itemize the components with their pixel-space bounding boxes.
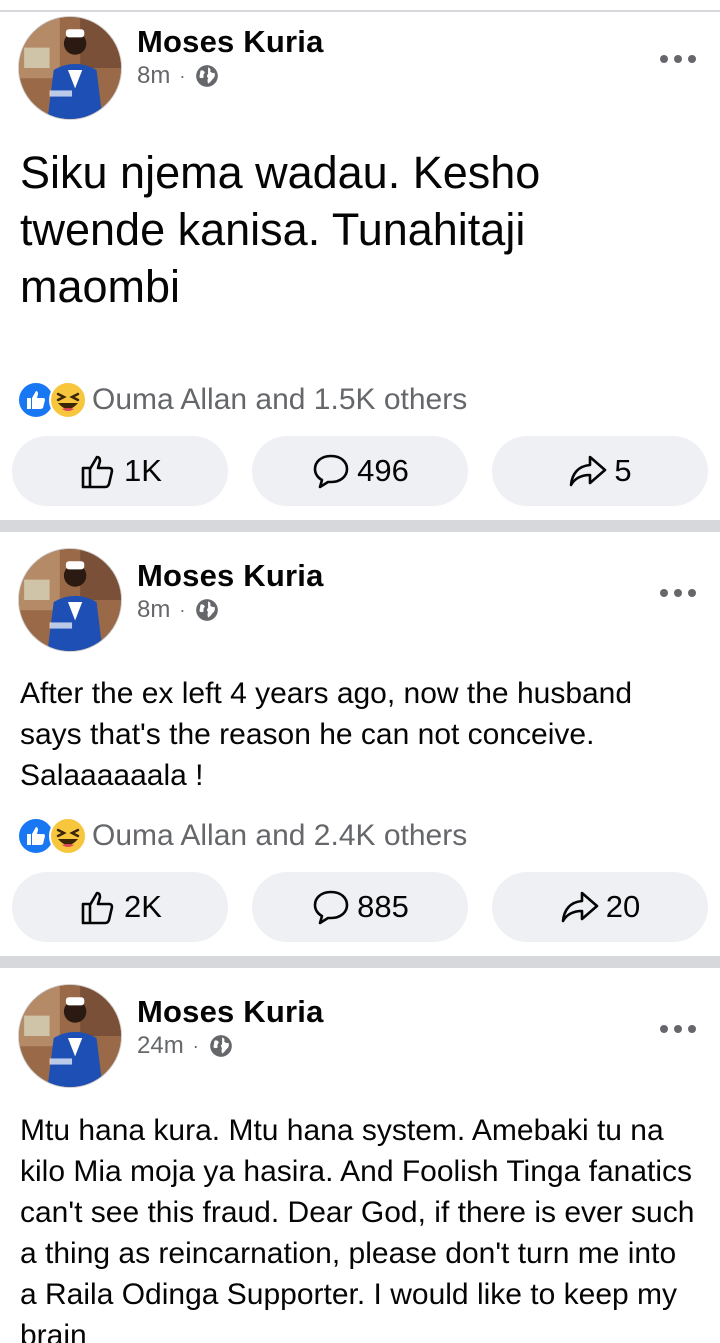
share-arrow-icon bbox=[570, 455, 607, 487]
post-author-name[interactable]: Moses Kuria bbox=[137, 994, 324, 1030]
post-text: Mtu hana kura. Mtu hana system. Amebaki … bbox=[20, 1114, 695, 1343]
post-text: Siku njema wadau. Kesho twende kanisa. T… bbox=[20, 147, 541, 312]
haha-reaction-icon bbox=[49, 381, 87, 419]
comment-button[interactable]: 885 bbox=[252, 872, 468, 942]
thumbs-up-icon bbox=[81, 455, 114, 489]
profile-photo bbox=[19, 17, 121, 119]
like-button[interactable]: 2K bbox=[12, 872, 228, 942]
more-options-icon bbox=[660, 1025, 696, 1033]
post-timestamp[interactable]: 24m bbox=[137, 1032, 184, 1060]
reactions-text: Ouma Allan and 2.4K others bbox=[92, 819, 468, 852]
comment-count: 885 bbox=[357, 889, 409, 924]
meta-separator: · bbox=[179, 65, 186, 86]
like-count: 2K bbox=[124, 889, 162, 924]
post-meta: 8m · bbox=[137, 62, 220, 90]
comment-count: 496 bbox=[357, 453, 409, 488]
post-divider bbox=[0, 520, 720, 532]
share-button[interactable]: 5 bbox=[492, 436, 708, 506]
post-meta: 8m · bbox=[137, 596, 220, 624]
globe-icon bbox=[209, 1035, 232, 1057]
globe-icon bbox=[196, 599, 219, 621]
comment-bubble-icon bbox=[313, 890, 349, 925]
avatar[interactable] bbox=[18, 548, 122, 652]
post-author-name[interactable]: Moses Kuria bbox=[137, 24, 324, 60]
thumbs-up-icon bbox=[81, 891, 114, 925]
globe-icon bbox=[196, 65, 219, 87]
more-options-icon bbox=[660, 55, 696, 63]
share-button[interactable]: 20 bbox=[492, 872, 708, 942]
feed-post: Moses Kuria 8m · Siku njema wadau. Kesho… bbox=[0, 12, 720, 520]
share-count: 5 bbox=[614, 453, 632, 488]
post-meta: 24m · bbox=[137, 1032, 234, 1060]
post-timestamp[interactable]: 8m bbox=[137, 596, 170, 624]
post-text: After the ex left 4 years ago, now the h… bbox=[20, 677, 633, 792]
post-divider bbox=[0, 956, 720, 968]
meta-separator: · bbox=[179, 599, 186, 620]
reactions-summary[interactable]: Ouma Allan and 2.4K others bbox=[16, 816, 467, 856]
comment-bubble-icon bbox=[313, 454, 349, 489]
like-button[interactable]: 1K bbox=[12, 436, 228, 506]
share-arrow-icon bbox=[561, 891, 599, 923]
haha-reaction-icon bbox=[49, 817, 87, 855]
avatar[interactable] bbox=[18, 984, 122, 1088]
meta-separator: · bbox=[192, 1035, 199, 1056]
more-options-button[interactable] bbox=[658, 586, 698, 606]
feed-post: Moses Kuria 8m · After the ex left 4 yea… bbox=[0, 532, 720, 956]
more-options-button[interactable] bbox=[658, 52, 698, 72]
post-timestamp[interactable]: 8m bbox=[137, 62, 170, 90]
feed-top-border bbox=[0, 0, 720, 12]
reactions-summary[interactable]: Ouma Allan and 1.5K others bbox=[16, 380, 467, 420]
more-options-icon bbox=[660, 589, 696, 597]
reactions-text: Ouma Allan and 1.5K others bbox=[92, 383, 468, 416]
post-author-name[interactable]: Moses Kuria bbox=[137, 558, 324, 594]
share-count: 20 bbox=[605, 889, 641, 924]
comment-button[interactable]: 496 bbox=[252, 436, 468, 506]
profile-photo bbox=[19, 549, 121, 651]
profile-photo bbox=[19, 985, 121, 1087]
like-count: 1K bbox=[124, 453, 162, 488]
feed-post: Moses Kuria 24m · Mtu hana kura. Mtu han… bbox=[0, 968, 720, 1343]
more-options-button[interactable] bbox=[658, 1022, 698, 1042]
avatar[interactable] bbox=[18, 16, 122, 120]
